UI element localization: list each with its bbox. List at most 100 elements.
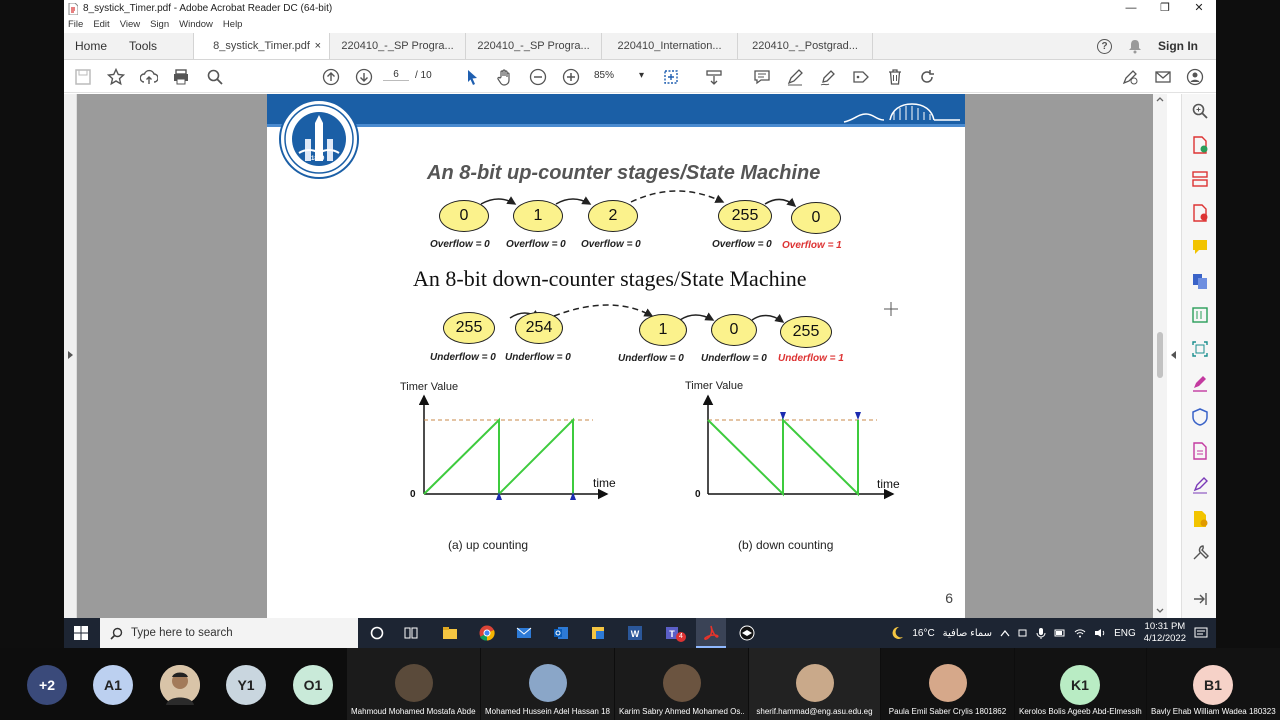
- combine-files-icon[interactable]: [1191, 272, 1209, 290]
- tab-tools[interactable]: Tools: [118, 33, 193, 59]
- fill-sign-icon[interactable]: [1191, 374, 1209, 392]
- export-pdf-icon[interactable]: [1191, 204, 1209, 222]
- menu-sign[interactable]: Sign: [150, 19, 169, 30]
- sticky-folder-icon[interactable]: [590, 625, 606, 641]
- sign-pen-icon[interactable]: [1120, 67, 1140, 87]
- participant-tile[interactable]: Karim Sabry Ahmed Mohamed Os...: [615, 648, 748, 720]
- clock[interactable]: 10:31 PM 4/12/2022: [1144, 621, 1186, 645]
- expand-left-panel-icon[interactable]: [67, 350, 74, 360]
- prepare-form-icon[interactable]: [1191, 442, 1209, 460]
- bookmark-star-icon[interactable]: [106, 67, 126, 87]
- close-button[interactable]: ✕: [1182, 0, 1216, 17]
- minimize-button[interactable]: —: [1114, 0, 1148, 17]
- send-review-icon[interactable]: [1191, 510, 1209, 528]
- comment-icon[interactable]: [752, 67, 772, 87]
- create-pdf-icon[interactable]: [1191, 136, 1209, 154]
- cortana-icon[interactable]: [369, 625, 385, 641]
- notification-bell-icon[interactable]: [1128, 39, 1142, 54]
- tab-doc-sp-1[interactable]: 220410_-_SP Progra...: [329, 33, 465, 59]
- draw-icon[interactable]: [818, 67, 838, 87]
- microphone-icon[interactable]: [1036, 627, 1046, 639]
- fit-page-icon[interactable]: [661, 67, 681, 87]
- menu-window[interactable]: Window: [179, 19, 213, 30]
- share-user-icon[interactable]: [1185, 67, 1205, 87]
- close-tab-icon[interactable]: ×: [315, 40, 321, 52]
- cap-app-icon[interactable]: [739, 625, 755, 641]
- tab-doc-sp-2[interactable]: 220410_-_SP Progra...: [465, 33, 601, 59]
- menu-file[interactable]: File: [68, 19, 83, 30]
- participant-tile[interactable]: B1 Bavly Ehab William Wadea 1803239: [1147, 648, 1280, 720]
- volume-icon[interactable]: [1094, 628, 1106, 638]
- participant-photo-avatar[interactable]: [160, 665, 200, 705]
- tab-home[interactable]: Home: [64, 33, 118, 59]
- more-tools-icon[interactable]: [1191, 544, 1209, 562]
- outlook-icon[interactable]: [553, 625, 569, 641]
- participant-avatar[interactable]: Y1: [226, 665, 266, 705]
- chrome-icon[interactable]: [479, 625, 495, 641]
- tab-doc-international[interactable]: 220410_Internation...: [601, 33, 737, 59]
- notifications-icon[interactable]: [1194, 626, 1208, 640]
- scan-ocr-icon[interactable]: [1191, 340, 1209, 358]
- highlight-pen-icon[interactable]: [785, 67, 805, 87]
- participant-tile[interactable]: Mahmoud Mohamed Mostafa Abde...: [347, 648, 480, 720]
- email-icon[interactable]: [1153, 67, 1173, 87]
- print-icon[interactable]: [171, 67, 191, 87]
- battery-icon[interactable]: [1054, 628, 1066, 638]
- taskbar-search-box[interactable]: Type here to search: [100, 618, 358, 648]
- word-icon[interactable]: W: [627, 625, 643, 641]
- cloud-upload-icon[interactable]: [139, 67, 159, 87]
- collapse-pane-icon[interactable]: [1191, 590, 1209, 608]
- input-language[interactable]: ENG: [1114, 628, 1136, 639]
- help-icon[interactable]: ?: [1097, 38, 1112, 54]
- participant-avatar[interactable]: A1: [93, 665, 133, 705]
- participant-tile[interactable]: sherif.hammad@eng.asu.edu.eg: [749, 648, 880, 720]
- save-icon[interactable]: [73, 67, 93, 87]
- select-cursor-icon[interactable]: [462, 67, 482, 87]
- protect-shield-icon[interactable]: [1191, 408, 1209, 426]
- menu-edit[interactable]: Edit: [93, 19, 109, 30]
- tab-doc-postgrad[interactable]: 220410_-_Postgrad...: [737, 33, 874, 59]
- scroll-down-icon[interactable]: [1156, 608, 1164, 614]
- vertical-scrollbar[interactable]: [1153, 94, 1167, 618]
- file-explorer-icon[interactable]: [442, 625, 458, 641]
- more-participants-avatar[interactable]: +2: [27, 665, 67, 705]
- search-icon[interactable]: [205, 67, 225, 87]
- acrobat-taskbar-button[interactable]: [696, 618, 726, 648]
- edit-tag-icon[interactable]: [851, 67, 871, 87]
- participant-tile[interactable]: K1 Kerolos Bolis Ageeb Abd-Elmessih 1...: [1015, 648, 1146, 720]
- chevron-up-icon[interactable]: [1000, 629, 1010, 637]
- page-number-input[interactable]: 6: [383, 69, 409, 81]
- organize-pages-icon[interactable]: [1191, 170, 1209, 188]
- temperature[interactable]: 16°C: [912, 628, 934, 639]
- request-signature-icon[interactable]: [1191, 476, 1209, 494]
- zoom-out-icon[interactable]: [528, 67, 548, 87]
- maximize-button[interactable]: ❐: [1148, 0, 1182, 17]
- collapse-right-panel-icon[interactable]: [1170, 350, 1177, 360]
- meet-now-icon[interactable]: [1018, 628, 1028, 638]
- wifi-icon[interactable]: [1074, 628, 1086, 638]
- sign-in-button[interactable]: Sign In: [1158, 39, 1198, 53]
- zoom-select[interactable]: 85% ▾: [594, 70, 644, 81]
- delete-icon[interactable]: [885, 67, 905, 87]
- hand-tool-icon[interactable]: [495, 67, 515, 87]
- previous-page-icon[interactable]: [321, 67, 341, 87]
- menu-view[interactable]: View: [120, 19, 140, 30]
- moon-weather-icon[interactable]: [890, 626, 904, 640]
- next-page-icon[interactable]: [354, 67, 374, 87]
- scroll-up-icon[interactable]: [1156, 96, 1164, 102]
- edit-pdf-icon[interactable]: [1191, 306, 1209, 324]
- zoom-in-icon[interactable]: [561, 67, 581, 87]
- participant-avatar[interactable]: O1: [293, 665, 333, 705]
- mail-icon[interactable]: [516, 625, 532, 641]
- menu-help[interactable]: Help: [223, 19, 243, 30]
- rotate-icon[interactable]: [917, 67, 937, 87]
- comment-tool-icon[interactable]: [1191, 238, 1209, 256]
- participant-tile[interactable]: Mohamed Hussein Adel Hassan 180...: [481, 648, 614, 720]
- zoom-search-icon[interactable]: [1191, 102, 1209, 120]
- task-view-icon[interactable]: [403, 625, 419, 641]
- scroll-mode-icon[interactable]: [704, 67, 724, 87]
- participant-tile[interactable]: Paula Emil Saber Crylis 1801862: [881, 648, 1014, 720]
- left-panel-toggle[interactable]: [64, 94, 77, 618]
- windows-start-icon[interactable]: [74, 626, 88, 640]
- tab-doc-systick[interactable]: 8_systick_Timer.pdf ×: [193, 33, 330, 59]
